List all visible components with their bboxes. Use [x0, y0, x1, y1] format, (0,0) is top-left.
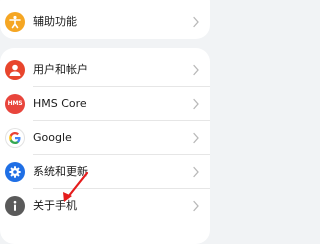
gear-icon: [5, 161, 25, 182]
settings-item-label: 系统和更新: [33, 164, 88, 178]
settings-card-main: 用户和帐户 HMS HMS Core Google 系统和更新 关于手机: [0, 48, 210, 244]
info-icon: [5, 195, 25, 216]
chevron-right-icon: [193, 166, 199, 177]
chevron-right-icon: [193, 98, 199, 109]
settings-item-users-accounts[interactable]: 用户和帐户: [0, 53, 210, 86]
settings-item-about-phone[interactable]: 关于手机: [0, 189, 210, 222]
settings-item-system-updates[interactable]: 系统和更新: [0, 155, 210, 188]
google-icon: [5, 127, 25, 148]
chevron-right-icon: [193, 64, 199, 75]
settings-item-hms-core[interactable]: HMS HMS Core: [0, 87, 210, 120]
chevron-right-icon: [193, 200, 199, 211]
settings-item-label: 关于手机: [33, 198, 77, 212]
settings-item-label: 用户和帐户: [33, 62, 88, 76]
hms-badge-text: HMS: [7, 100, 23, 107]
hms-logo-icon: HMS: [5, 93, 25, 114]
settings-item-google[interactable]: Google: [0, 121, 210, 154]
settings-item-label: HMS Core: [33, 96, 87, 110]
accessibility-icon: [5, 11, 25, 32]
settings-item-accessibility[interactable]: 辅助功能: [0, 5, 210, 38]
settings-item-label: 辅助功能: [33, 14, 77, 28]
chevron-right-icon: [193, 132, 199, 143]
settings-card-top: 辅助功能: [0, 0, 210, 39]
settings-item-label: Google: [33, 130, 72, 144]
user-icon: [5, 59, 25, 80]
chevron-right-icon: [193, 16, 199, 27]
